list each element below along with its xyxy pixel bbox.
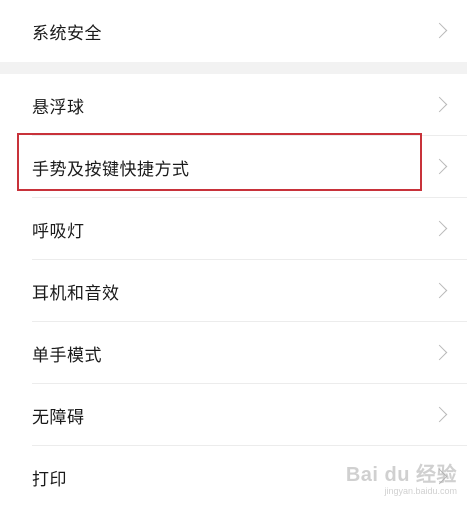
- settings-item-label: 系统安全: [32, 23, 102, 44]
- chevron-right-icon: [431, 220, 448, 237]
- settings-item-accessibility[interactable]: 无障碍: [0, 384, 467, 446]
- group-separator: [0, 62, 467, 74]
- settings-item-gestures-shortcuts[interactable]: 手势及按键快捷方式: [0, 136, 467, 198]
- settings-item-one-handed-mode[interactable]: 单手模式: [0, 322, 467, 384]
- settings-item-system-security[interactable]: 系统安全: [0, 0, 467, 62]
- chevron-right-icon: [431, 282, 448, 299]
- watermark-brand: Bai du 经验: [345, 464, 457, 486]
- chevron-right-icon: [431, 22, 448, 39]
- settings-item-label: 耳机和音效: [32, 283, 120, 304]
- chevron-right-icon: [431, 406, 448, 423]
- watermark: Bai du 经验 jingyan.baidu.com: [346, 465, 457, 496]
- settings-item-label: 悬浮球: [32, 97, 85, 118]
- settings-group-2: 悬浮球 手势及按键快捷方式 呼吸灯 耳机和音效 单手模式 无障碍 打印: [0, 74, 467, 508]
- settings-item-label: 手势及按键快捷方式: [32, 159, 190, 180]
- settings-item-label: 打印: [32, 469, 67, 490]
- chevron-right-icon: [431, 344, 448, 361]
- settings-item-label: 呼吸灯: [32, 221, 85, 242]
- settings-item-floating-ball[interactable]: 悬浮球: [0, 74, 467, 136]
- watermark-sub: jingyan.baidu.com: [384, 486, 457, 496]
- settings-item-label: 无障碍: [32, 407, 85, 428]
- settings-item-headphones-audio[interactable]: 耳机和音效: [0, 260, 467, 322]
- chevron-right-icon: [431, 96, 448, 113]
- settings-list: 系统安全 悬浮球 手势及按键快捷方式 呼吸灯 耳机和音效 单手模式 无障碍 打印: [0, 0, 467, 508]
- settings-group-1: 系统安全: [0, 0, 467, 62]
- chevron-right-icon: [431, 158, 448, 175]
- settings-item-breathing-light[interactable]: 呼吸灯: [0, 198, 467, 260]
- settings-item-label: 单手模式: [32, 345, 102, 366]
